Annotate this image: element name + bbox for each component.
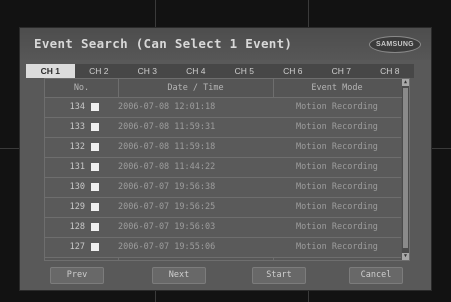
prev-button[interactable]: Prev (50, 267, 104, 284)
row-number: 127 (69, 242, 85, 252)
row-event-mode: Motion Recording (296, 182, 378, 192)
scroll-down-arrow-icon[interactable]: ▼ (402, 253, 409, 260)
row-number: 130 (69, 182, 85, 192)
tab-ch-1[interactable]: CH 1 (26, 64, 75, 78)
next-button[interactable]: Next (152, 267, 206, 284)
header-event-mode: Event Mode (311, 83, 363, 93)
tab-ch-5[interactable]: CH 5 (220, 64, 269, 78)
row-checkbox[interactable] (91, 103, 99, 111)
tab-ch-8[interactable]: CH 8 (366, 64, 415, 78)
row-number: 128 (69, 222, 85, 232)
row-datetime: 2006-07-08 11:44:22 (118, 162, 216, 172)
header-datetime: Date / Time (167, 83, 224, 93)
table-row[interactable]: 128 2006-07-07 19:56:03 Motion Recording (45, 218, 401, 238)
scroll-up-arrow-icon[interactable]: ▲ (402, 79, 409, 86)
samsung-logo-icon: SAMSUNG (369, 36, 421, 53)
event-table: No. Date / Time Event Mode 134 2006-07-08… (44, 78, 410, 261)
row-datetime: 2006-07-07 19:56:03 (118, 222, 216, 232)
row-number: 129 (69, 202, 85, 212)
row-event-mode: Motion Recording (296, 162, 378, 172)
cancel-button[interactable]: Cancel (349, 267, 403, 284)
row-event-mode: Motion Recording (296, 202, 378, 212)
scroll-thumb[interactable] (403, 88, 408, 248)
row-checkbox[interactable] (91, 163, 99, 171)
row-datetime: 2006-07-08 11:59:18 (118, 142, 216, 152)
table-row[interactable]: 127 2006-07-07 19:55:06 Motion Recording (45, 238, 401, 258)
row-checkbox[interactable] (91, 183, 99, 191)
row-number: 134 (69, 102, 85, 112)
row-number: 132 (69, 142, 85, 152)
row-number: 133 (69, 122, 85, 132)
row-datetime: 2006-07-08 12:01:18 (118, 102, 216, 112)
table-header-row: No. Date / Time Event Mode (45, 79, 409, 98)
row-event-mode: Motion Recording (296, 102, 378, 112)
start-button[interactable]: Start (252, 267, 306, 284)
row-event-mode: Motion Recording (296, 142, 378, 152)
dialog-title-bar: Event Search (Can Select 1 Event) SAMSUN… (20, 28, 431, 60)
table-scrollbar[interactable]: ▲ ▼ (402, 79, 409, 260)
row-checkbox[interactable] (91, 223, 99, 231)
row-event-mode: Motion Recording (296, 242, 378, 252)
tab-ch-6[interactable]: CH 6 (269, 64, 318, 78)
table-row[interactable]: 129 2006-07-07 19:56:25 Motion Recording (45, 198, 401, 218)
dialog-title: Event Search (Can Select 1 Event) (34, 36, 293, 51)
tab-ch-4[interactable]: CH 4 (172, 64, 221, 78)
table-row[interactable]: 131 2006-07-08 11:44:22 Motion Recording (45, 158, 401, 178)
channel-tabs: CH 1 CH 2 CH 3 CH 4 CH 5 CH 6 CH 7 CH 8 (26, 64, 414, 78)
row-checkbox[interactable] (91, 203, 99, 211)
header-no: No. (73, 83, 90, 93)
row-event-mode: Motion Recording (296, 122, 378, 132)
row-checkbox[interactable] (91, 243, 99, 251)
row-datetime: 2006-07-07 19:56:38 (118, 182, 216, 192)
tab-ch-3[interactable]: CH 3 (123, 64, 172, 78)
row-number: 131 (69, 162, 85, 172)
tab-ch-7[interactable]: CH 7 (317, 64, 366, 78)
table-row[interactable]: 130 2006-07-07 19:56:38 Motion Recording (45, 178, 401, 198)
row-checkbox[interactable] (91, 123, 99, 131)
row-checkbox[interactable] (91, 143, 99, 151)
tab-ch-2[interactable]: CH 2 (75, 64, 124, 78)
row-event-mode: Motion Recording (296, 222, 378, 232)
table-row[interactable]: 132 2006-07-08 11:59:18 Motion Recording (45, 138, 401, 158)
row-datetime: 2006-07-07 19:56:25 (118, 202, 216, 212)
table-row[interactable]: 134 2006-07-08 12:01:18 Motion Recording (45, 98, 401, 118)
row-datetime: 2006-07-08 11:59:31 (118, 122, 216, 132)
row-datetime: 2006-07-07 19:55:06 (118, 242, 216, 252)
table-row[interactable]: 133 2006-07-08 11:59:31 Motion Recording (45, 118, 401, 138)
